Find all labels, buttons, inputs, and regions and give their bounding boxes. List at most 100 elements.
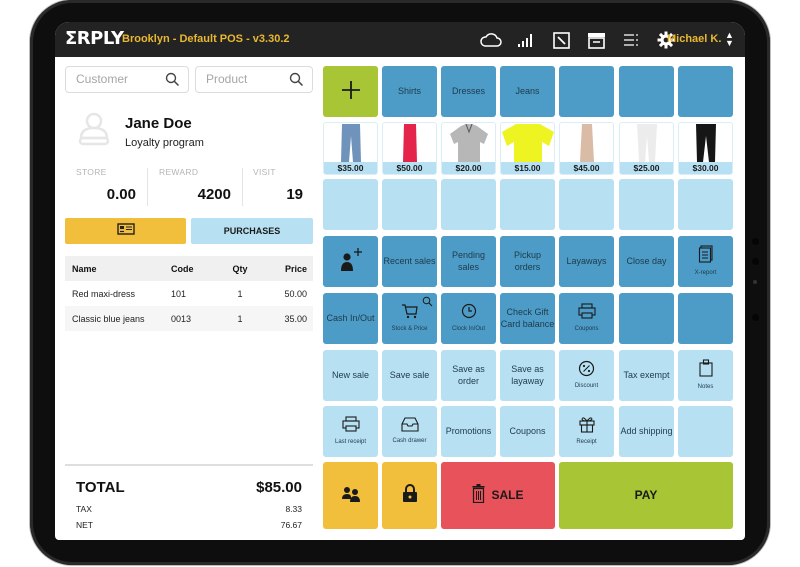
tile-label: Add shipping	[620, 425, 673, 436]
signal-icon[interactable]	[515, 29, 537, 51]
x-report-button[interactable]: X-report	[678, 236, 733, 287]
stat-value: 0.00	[106, 186, 136, 203]
search-icon[interactable]	[165, 72, 180, 92]
cash-in-out-button[interactable]: Cash In/Out	[323, 293, 378, 344]
lock-screen-button[interactable]	[382, 462, 437, 529]
item-qty: 1	[237, 289, 243, 299]
save-sale-button[interactable]: Save sale	[382, 350, 437, 401]
category-dresses[interactable]: Dresses	[441, 66, 496, 117]
customer-card-button[interactable]	[65, 218, 186, 244]
product-tile[interactable]: $35.00	[323, 122, 378, 175]
discount-button[interactable]: Discount	[559, 350, 614, 401]
purchases-button[interactable]: PURCHASES	[191, 218, 313, 244]
notes-button[interactable]: Notes	[678, 350, 733, 401]
category-jeans[interactable]: Jeans	[500, 66, 555, 117]
empty-category-tile[interactable]	[559, 66, 614, 117]
black-pants-image	[679, 123, 732, 162]
empty-category-tile[interactable]	[619, 66, 674, 117]
new-sale-button[interactable]: New sale	[323, 350, 378, 401]
tile-label: Check Gift Card balance	[500, 306, 555, 329]
stock-price-button[interactable]: Stock & Price	[382, 293, 437, 344]
save-as-order-button[interactable]: Save as order	[441, 350, 496, 401]
empty-tile[interactable]	[441, 179, 496, 230]
customer-name[interactable]: Jane Doe	[125, 115, 192, 132]
add-shipping-button[interactable]: Add shipping	[619, 406, 674, 457]
pickup-orders-button[interactable]: Pickup orders	[500, 236, 555, 287]
tile-label: Cash In/Out	[326, 312, 375, 323]
cash-drawer-icon[interactable]	[585, 29, 607, 51]
category-label: Shirts	[397, 85, 421, 96]
product-tile[interactable]: $45.00	[559, 122, 614, 175]
add-product-button[interactable]	[323, 66, 378, 117]
empty-tile[interactable]	[678, 293, 733, 344]
last-receipt-button[interactable]: Last receipt	[323, 406, 378, 457]
tile-label: Layaways	[566, 255, 607, 266]
product-search-input[interactable]	[206, 72, 286, 86]
empty-tile[interactable]	[619, 293, 674, 344]
customer-program: Loyalty program	[125, 137, 204, 149]
cloud-icon[interactable]	[480, 29, 502, 51]
coupons-button[interactable]: Coupons	[500, 406, 555, 457]
customer-search[interactable]	[65, 66, 189, 93]
product-tile[interactable]: $25.00	[619, 122, 674, 175]
product-tile[interactable]: $20.00	[441, 122, 496, 175]
product-tile[interactable]: $15.00	[500, 122, 555, 175]
empty-tile[interactable]	[678, 406, 733, 457]
empty-tile[interactable]	[382, 179, 437, 230]
delete-sale-button[interactable]: SALE	[441, 462, 555, 529]
product-price: $30.00	[679, 162, 732, 174]
close-day-button[interactable]: Close day	[619, 236, 674, 287]
layaways-button[interactable]: Layaways	[559, 236, 614, 287]
delete-sale-label: SALE	[491, 487, 524, 502]
printer-icon	[341, 416, 360, 436]
recent-sales-button[interactable]: Recent sales	[382, 236, 437, 287]
chevron-updown-icon[interactable]: ▲ ▼	[725, 31, 734, 48]
customer-search-input[interactable]	[76, 72, 156, 86]
list-icon[interactable]	[620, 29, 642, 51]
promotions-button[interactable]: Promotions	[441, 406, 496, 457]
product-price: $15.00	[501, 162, 554, 174]
pay-button[interactable]: PAY	[559, 462, 733, 529]
clock-in-out-button[interactable]: Clock In/Out	[441, 293, 496, 344]
erply-logo: ƩRPLY	[65, 28, 124, 49]
product-price: $50.00	[383, 162, 436, 174]
tax-exempt-button[interactable]: Tax exempt	[619, 350, 674, 401]
cash-drawer-button[interactable]: Cash drawer	[382, 406, 437, 457]
cart-row[interactable]: Red maxi-dress 101 1 50.00	[65, 281, 313, 306]
empty-tile[interactable]	[323, 179, 378, 230]
tile-label: Stock & Price	[391, 325, 428, 332]
product-price: $25.00	[620, 162, 673, 174]
add-customer-button[interactable]	[323, 236, 378, 287]
tile-label: Recent sales	[383, 255, 436, 266]
search-icon[interactable]	[289, 72, 304, 92]
tablet-side-buttons	[748, 238, 762, 328]
user-menu[interactable]: Michael K.	[667, 33, 721, 45]
check-gift-card-button[interactable]: Check Gift Card balance	[500, 293, 555, 344]
product-tile[interactable]: $50.00	[382, 122, 437, 175]
coupons-print-button[interactable]: Coupons	[559, 293, 614, 344]
col-header-qty: Qty	[232, 264, 248, 274]
stat-store: STORE 0.00	[76, 167, 136, 207]
search-icon	[422, 296, 433, 311]
gift-receipt-button[interactable]: Receipt	[559, 406, 614, 457]
product-price: $35.00	[324, 162, 377, 174]
tile-label: Coupons	[509, 425, 546, 436]
customers-button[interactable]	[323, 462, 378, 529]
empty-tile[interactable]	[500, 179, 555, 230]
empty-tile[interactable]	[559, 179, 614, 230]
category-shirts[interactable]: Shirts	[382, 66, 437, 117]
tile-label: Close day	[626, 255, 667, 266]
inbox-tray-icon	[400, 417, 419, 436]
tile-label: Save as layaway	[511, 363, 544, 386]
save-as-layaway-button[interactable]: Save as layaway	[500, 350, 555, 401]
empty-tile[interactable]	[678, 179, 733, 230]
trash-icon	[472, 484, 485, 507]
resize-icon[interactable]	[550, 29, 572, 51]
cart-row[interactable]: Classic blue jeans 0013 1 35.00	[65, 306, 313, 331]
printer-icon	[577, 303, 596, 323]
product-tile[interactable]: $30.00	[678, 122, 733, 175]
product-search[interactable]	[195, 66, 313, 93]
pending-sales-button[interactable]: Pending sales	[441, 236, 496, 287]
empty-tile[interactable]	[619, 179, 674, 230]
empty-category-tile[interactable]	[678, 66, 733, 117]
